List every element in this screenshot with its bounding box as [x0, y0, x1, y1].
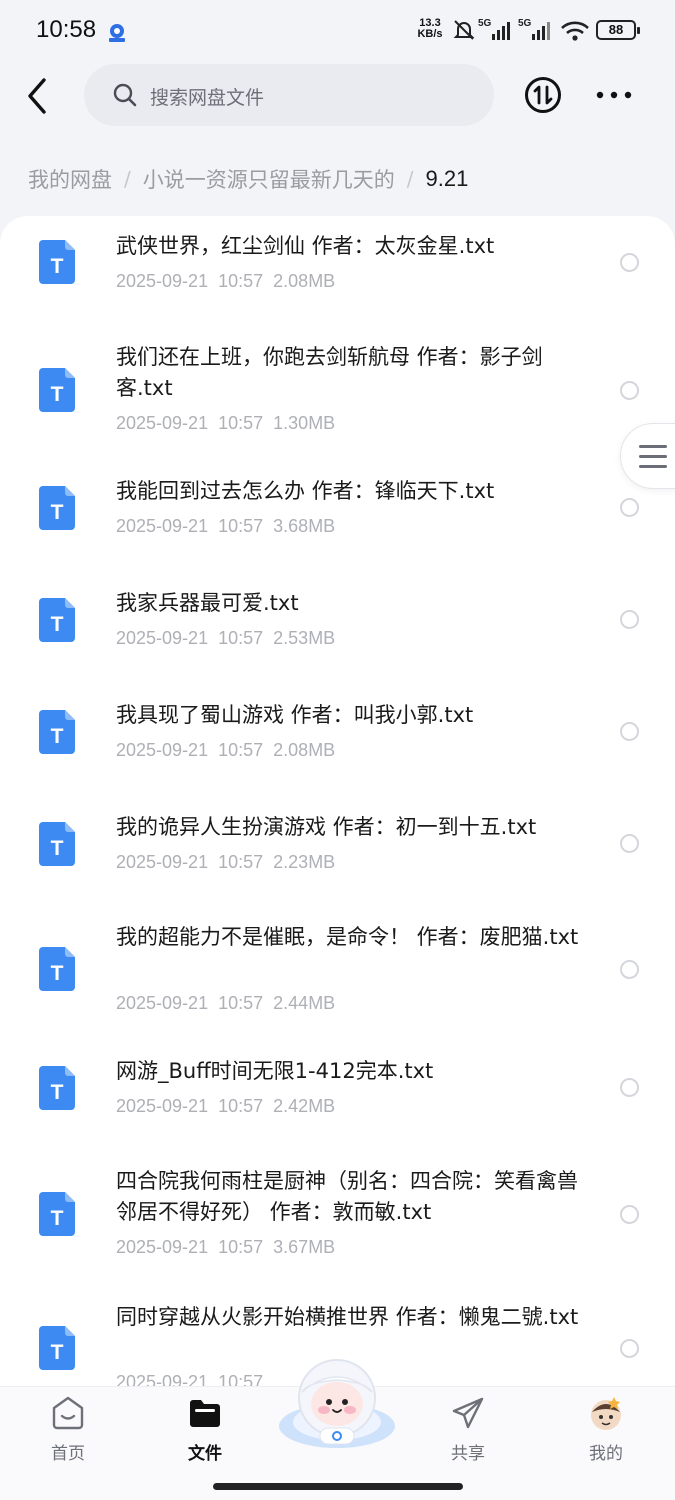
nav-label-mine: 我的: [589, 1444, 623, 1464]
select-checkbox[interactable]: [620, 381, 639, 400]
svg-text:T: T: [51, 613, 64, 636]
text-file-icon: T: [39, 947, 75, 991]
back-button[interactable]: [20, 74, 60, 118]
text-file-icon: T: [39, 1192, 75, 1236]
search-icon: [113, 83, 137, 107]
select-checkbox[interactable]: [620, 722, 639, 741]
file-name: 我具现了蜀山游戏 作者：叫我小郭.txt: [116, 703, 474, 727]
file-row[interactable]: T 我的超能力不是催眠，是命令！ 作者：废肥猫.txt 2025-09-21 1…: [0, 904, 675, 1044]
file-meta: 2025-09-21 10:57 2.23MB: [116, 852, 336, 872]
svg-text:T: T: [51, 501, 64, 524]
breadcrumb: 我的网盘 / 小说一资源只留最新几天的 / 9.21: [28, 162, 468, 196]
assistant-mascot-button[interactable]: [272, 1352, 402, 1452]
file-row[interactable]: T 我具现了蜀山游戏 作者：叫我小郭.txt 2025-09-21 10:57 …: [0, 680, 675, 792]
search-placeholder: 搜索网盘文件: [150, 87, 265, 109]
svg-text:T: T: [51, 383, 64, 406]
file-name: 同时穿越从火影开始横推世界 作者：懒鬼二號.txt: [116, 1305, 579, 1329]
folder-icon: [190, 1400, 220, 1427]
select-checkbox[interactable]: [620, 1205, 639, 1224]
breadcrumb-separator: /: [406, 167, 414, 191]
svg-text:T: T: [51, 1207, 64, 1230]
text-file-icon: T: [39, 368, 75, 412]
file-row[interactable]: T 我能回到过去怎么办 作者：锋临天下.txt 2025-09-21 10:57…: [0, 456, 675, 568]
menu-line-icon: [639, 445, 667, 448]
text-file-icon: T: [39, 1326, 75, 1370]
file-meta: 2025-09-21 10:57 3.68MB: [116, 516, 336, 536]
file-row[interactable]: T 我的诡异人生扮演游戏 作者：初一到十五.txt 2025-09-21 10:…: [0, 792, 675, 904]
file-row[interactable]: T 武侠世界，红尘剑仙 作者：太灰金星.txt 2025-09-21 10:57…: [0, 216, 675, 316]
wifi-icon: [561, 21, 589, 41]
svg-text:T: T: [51, 725, 64, 748]
file-name: 网游_Buff时间无限1-412完本.txt: [116, 1059, 434, 1083]
home-icon: [52, 1396, 84, 1430]
file-meta: 2025-09-21 10:57 2.08MB: [116, 271, 336, 291]
status-time: 10:58: [36, 16, 97, 43]
breadcrumb-item-current: 9.21: [425, 166, 469, 191]
file-meta: 2025-09-21 10:57 2.53MB: [116, 628, 336, 648]
file-list: T 武侠世界，红尘剑仙 作者：太灰金星.txt 2025-09-21 10:57…: [0, 216, 675, 1406]
svg-text:T: T: [51, 1081, 64, 1104]
text-file-icon: T: [39, 1066, 75, 1110]
file-meta: 2025-09-21 10:57 1.30MB: [116, 413, 336, 433]
text-file-icon: T: [39, 486, 75, 530]
text-file-icon: T: [39, 710, 75, 754]
nav-item-share[interactable]: 共享: [423, 1387, 513, 1477]
text-file-icon: T: [39, 822, 75, 866]
signal-5g-2-icon: 5G: [518, 16, 556, 46]
select-checkbox[interactable]: [620, 834, 639, 853]
file-name: 我能回到过去怎么办 作者：锋临天下.txt: [116, 479, 495, 503]
file-meta: 2025-09-21 10:57 2.42MB: [116, 1096, 336, 1116]
nav-label-share: 共享: [451, 1444, 485, 1464]
file-name: 我的超能力不是催眠，是命令！ 作者：废肥猫.txt: [116, 925, 579, 949]
profile-avatar-icon: [591, 1397, 621, 1430]
mute-bell-icon: [453, 20, 475, 40]
text-file-icon: T: [39, 240, 75, 284]
file-name: 我的诡异人生扮演游戏 作者：初一到十五.txt: [116, 815, 537, 839]
status-bar: 10:58 13.3 KB/s 5G 5G 88: [0, 0, 675, 62]
file-name: 武侠世界，红尘剑仙 作者：太灰金星.txt: [116, 234, 495, 258]
breadcrumb-item-root[interactable]: 我的网盘: [28, 164, 112, 194]
file-name: 四合院我何雨柱是厨神（别名：四合院：笑看禽兽邻居不得好死） 作者：敦而敏.txt: [116, 1169, 578, 1224]
select-checkbox[interactable]: [620, 960, 639, 979]
nav-item-files[interactable]: 文件: [160, 1387, 250, 1477]
file-row[interactable]: T 四合院我何雨柱是厨神（别名：四合院：笑看禽兽邻居不得好死） 作者：敦而敏.t…: [0, 1148, 675, 1284]
file-meta: 2025-09-21 10:57 2.08MB: [116, 740, 336, 760]
file-meta: 2025-09-21 10:57 2.44MB: [116, 993, 336, 1013]
select-checkbox[interactable]: [620, 498, 639, 517]
breadcrumb-separator: /: [124, 167, 131, 191]
share-icon: [452, 1397, 484, 1429]
file-row[interactable]: T 网游_Buff时间无限1-412完本.txt 2025-09-21 10:5…: [0, 1044, 675, 1148]
menu-line-icon: [639, 455, 667, 458]
nav-item-home[interactable]: 首页: [23, 1387, 113, 1477]
transfer-list-button[interactable]: [524, 76, 562, 114]
file-meta: 2025-09-21 10:57 3.67MB: [116, 1237, 336, 1257]
network-speed: 13.3 KB/s: [417, 17, 443, 40]
text-file-icon: T: [39, 598, 75, 642]
nav-label-home: 首页: [51, 1444, 85, 1464]
svg-text:T: T: [51, 255, 64, 278]
breadcrumb-item-folder[interactable]: 小说一资源只留最新几天的: [143, 164, 395, 194]
menu-line-icon: [639, 465, 667, 468]
more-options-button[interactable]: [594, 82, 634, 108]
app-notification-icon: [109, 24, 125, 42]
nav-item-mine[interactable]: 我的: [561, 1387, 651, 1477]
select-checkbox[interactable]: [620, 1078, 639, 1097]
home-indicator: [213, 1483, 463, 1490]
signal-5g-1-icon: 5G: [478, 16, 516, 46]
svg-text:T: T: [51, 837, 64, 860]
file-row[interactable]: T 我们还在上班，你跑去剑斩航母 作者：影子剑客.txt 2025-09-21 …: [0, 316, 675, 456]
select-checkbox[interactable]: [620, 610, 639, 629]
search-input[interactable]: 搜索网盘文件: [84, 64, 494, 126]
battery-indicator: 88: [596, 20, 640, 40]
file-name: 我家兵器最可爱.txt: [116, 591, 299, 615]
svg-text:T: T: [51, 1341, 64, 1364]
svg-text:T: T: [51, 962, 64, 985]
select-checkbox[interactable]: [620, 253, 639, 272]
file-row[interactable]: T 我家兵器最可爱.txt 2025-09-21 10:57 2.53MB: [0, 568, 675, 680]
select-checkbox[interactable]: [620, 1339, 639, 1358]
svg-text:5G: 5G: [478, 18, 492, 29]
file-name: 我们还在上班，你跑去剑斩航母 作者：影子剑客.txt: [116, 345, 543, 400]
nav-label-files: 文件: [188, 1444, 222, 1464]
svg-text:5G: 5G: [518, 18, 532, 29]
